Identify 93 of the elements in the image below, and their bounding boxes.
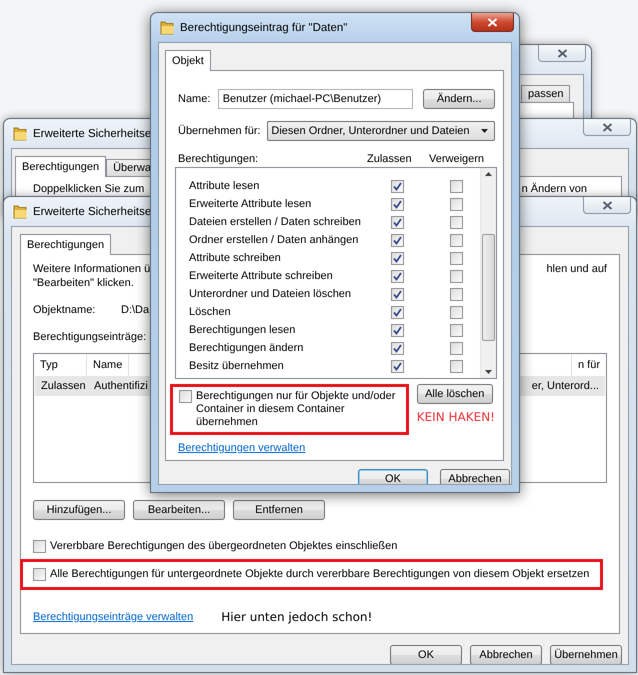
checkbox[interactable] [450, 198, 463, 210]
permission-name: Löschen [189, 306, 232, 318]
folder-icon [13, 126, 27, 141]
checkbox[interactable] [450, 234, 463, 246]
dropdown-arrow-icon [481, 129, 488, 133]
add-button[interactable]: Hinzufügen... [33, 500, 125, 520]
tab[interactable]: Berechtigungen [20, 234, 112, 255]
manage-entries-link[interactable]: Berechtigungseinträge verwalten [33, 610, 194, 624]
permission-name: Unterordner und Dateien löschen [189, 288, 352, 300]
folder-icon [13, 204, 27, 219]
apply-to-dropdown[interactable]: Diesen Ordner, Unterordner und Dateien [267, 121, 495, 141]
checkbox[interactable] [450, 342, 463, 354]
checkbox[interactable] [450, 360, 463, 372]
checkbox[interactable] [390, 288, 404, 300]
edit-button[interactable]: Bearbeiten... [133, 500, 225, 520]
manage-permissions-link[interactable]: Berechtigungen verwalten [178, 442, 306, 455]
checkbox[interactable] [450, 288, 463, 300]
tab[interactable]: Berechtigungen [15, 156, 106, 177]
column-header: Zulassen [367, 153, 413, 166]
checkbox[interactable] [450, 180, 463, 192]
annotation-text: KEIN HAKEN! [416, 410, 495, 424]
checkbox[interactable] [390, 270, 404, 282]
checkbox[interactable] [450, 252, 463, 264]
scroll-down-icon[interactable] [485, 370, 492, 374]
checkbox[interactable] [390, 324, 404, 336]
info-text: Weitere Informationen ü [33, 263, 150, 276]
instruction-text: Doppelklicken Sie zum [33, 183, 144, 196]
folder-icon [160, 20, 174, 35]
close-icon [556, 48, 568, 58]
checkbox[interactable] [179, 390, 192, 403]
cancel-button[interactable]: Abbrechen [470, 645, 542, 664]
name-field[interactable]: Benutzer (michael-PC\Benutzer) [218, 89, 414, 109]
window-title: Erweiterte Sicherheitse [33, 128, 152, 140]
change-button[interactable]: Ändern... [423, 89, 495, 109]
close-icon [487, 18, 498, 26]
remove-button[interactable]: Entfernen [233, 500, 325, 520]
checkbox[interactable] [390, 234, 404, 246]
checkbox[interactable] [390, 306, 404, 318]
close-button[interactable] [583, 197, 631, 214]
table-cell-text: er, Unterord... [530, 380, 600, 392]
option-label: Berechtigungen nur für Objekte und/oder Container in diesem Container übernehmen [196, 390, 396, 429]
ok-button[interactable]: OK [358, 469, 428, 484]
option-label: Alle Berechtigungen für untergeordnete Objekte durch vererbbare Berechtigungen von diesem Objekt ersetzen [50, 568, 590, 581]
checkbox[interactable] [450, 306, 463, 318]
close-button[interactable] [583, 119, 631, 136]
field-label: Objektname: [33, 304, 96, 317]
permission-name: Attribute lesen [189, 180, 260, 192]
close-icon [602, 122, 612, 132]
annotation-text: Hier unten jedoch schon! [221, 610, 372, 624]
clear-all-button[interactable]: Alle löschen [416, 384, 493, 404]
close-button[interactable] [471, 13, 514, 32]
checkbox[interactable] [33, 568, 46, 581]
permission-name: Erweiterte Attribute lesen [189, 198, 312, 210]
checkbox[interactable] [390, 342, 404, 354]
section-label: Berechtigungseinträge: [33, 331, 146, 344]
checkbox[interactable] [33, 540, 46, 553]
field-label: Name: [178, 92, 212, 106]
info-text: hlen und auf [546, 263, 607, 276]
permission-name: Berechtigungen lesen [189, 324, 296, 336]
tab[interactable]: passen [521, 85, 570, 102]
column-header: Verweigern [429, 153, 486, 166]
permission-name: Dateien erstellen / Daten schreiben [189, 216, 362, 228]
window-title: Berechtigungseintrag für "Daten" [180, 22, 348, 34]
ok-button[interactable]: OK [390, 645, 462, 664]
tab[interactable]: Objekt [165, 50, 211, 71]
checkbox[interactable] [390, 252, 404, 264]
checkbox[interactable] [390, 360, 404, 372]
checkbox[interactable] [390, 198, 404, 210]
section-label: Berechtigungen: [178, 153, 260, 166]
table-cell-text: Authentifizi [93, 380, 149, 392]
checkbox[interactable] [450, 216, 463, 228]
field-label: Übernehmen für: [178, 124, 262, 138]
permission-name: Berechtigungen ändern [189, 342, 304, 354]
close-button[interactable] [538, 45, 586, 62]
permission-name: Erweiterte Attribute schreiben [189, 270, 334, 282]
instruction-text: n Ändern von [522, 183, 587, 196]
window-title: Erweiterte Sicherheitse [33, 206, 152, 218]
scrollbar-thumb[interactable] [482, 234, 495, 341]
permission-name: Ordner erstellen / Daten anhängen [189, 234, 360, 246]
info-text: "Bearbeiten" klicken. [33, 277, 134, 290]
object-name-value: D:\Da [121, 304, 150, 317]
checkbox[interactable] [390, 180, 404, 192]
cancel-button[interactable]: Abbrechen [440, 469, 510, 484]
apply-button[interactable]: Übernehmen [550, 645, 622, 664]
checkbox[interactable] [450, 324, 463, 336]
checkbox[interactable] [450, 270, 463, 282]
permission-name: Attribute schreiben [189, 252, 282, 264]
checkbox[interactable] [390, 216, 404, 228]
close-icon [602, 200, 612, 210]
option-label: Vererbbare Berechtigungen des übergeordneten Objektes einschließen [50, 540, 398, 553]
scrollbar[interactable] [480, 168, 496, 378]
table-cell-text: Zulassen [40, 380, 87, 392]
permission-name: Besitz übernehmen [189, 360, 285, 372]
